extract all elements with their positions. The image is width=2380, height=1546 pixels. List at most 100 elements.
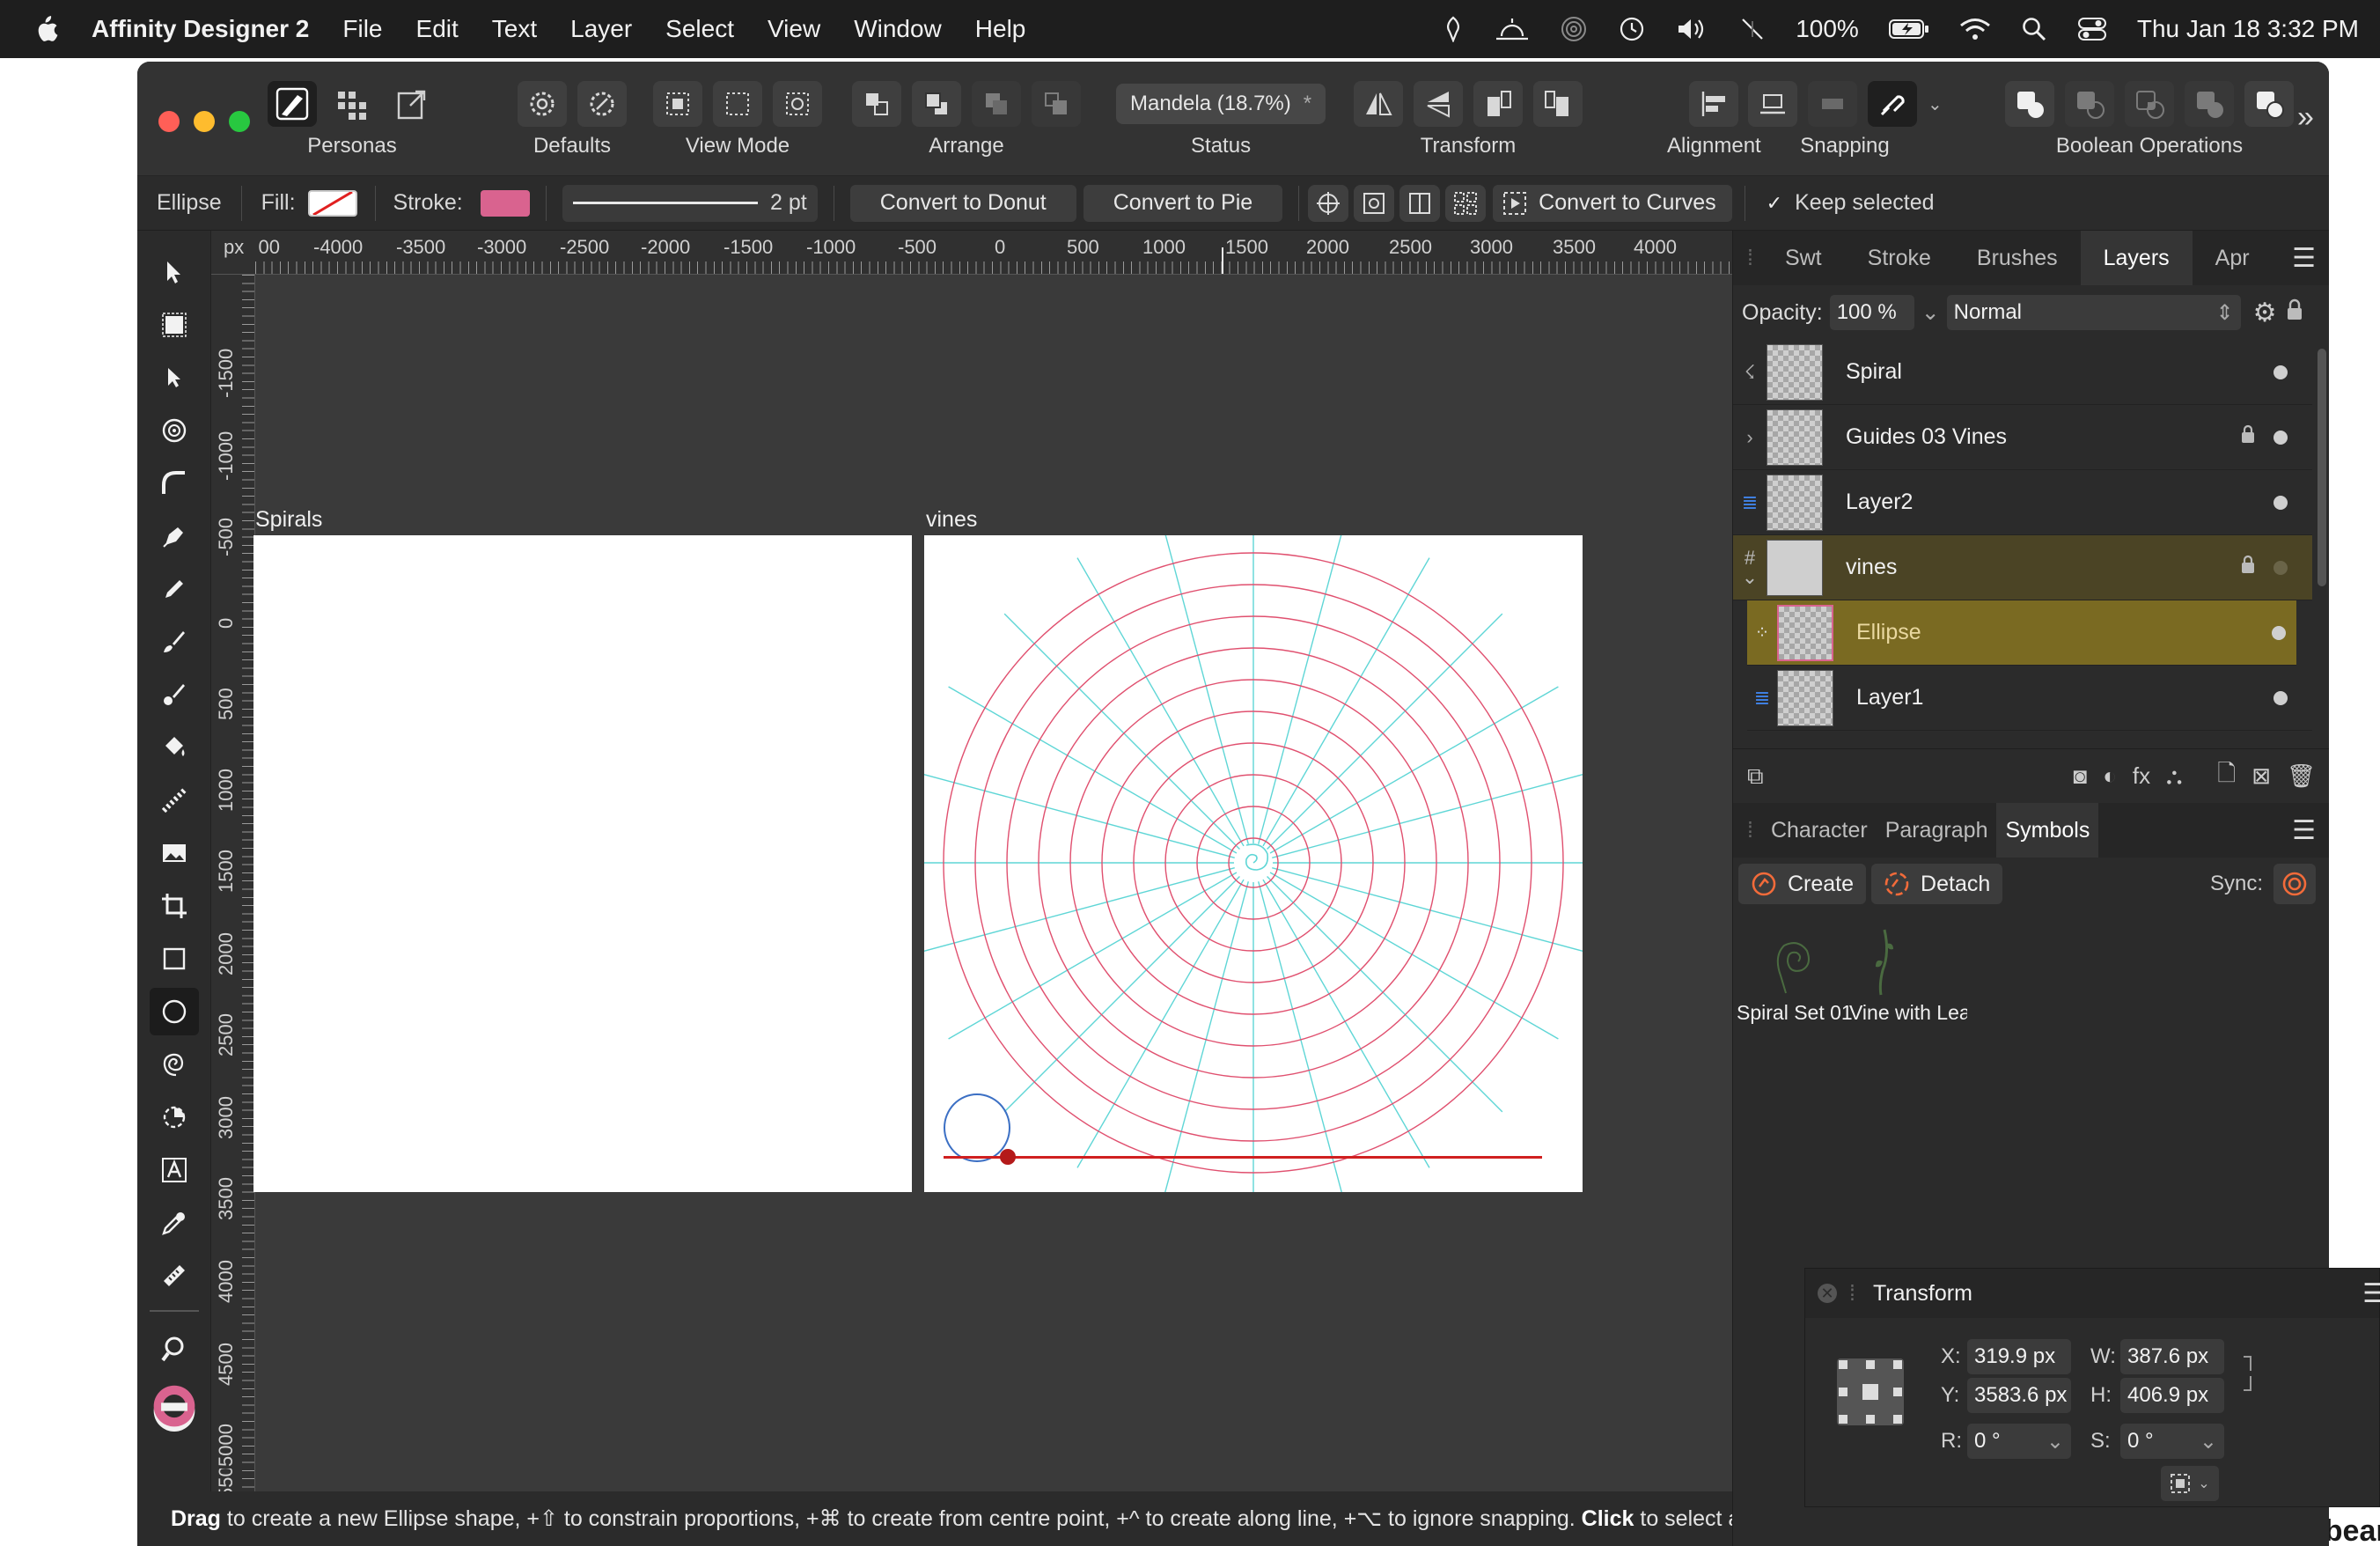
symbol-create-button[interactable]: Create [1738, 864, 1867, 904]
layer-locked-icon[interactable] [2240, 423, 2256, 451]
layer-row-guides-03-vines[interactable]: › Guides 03 Vines [1733, 405, 2312, 470]
boolean-xor-icon[interactable] [2185, 81, 2234, 127]
boolean-divide-icon[interactable] [2244, 81, 2294, 127]
snapping-grid-icon[interactable] [1808, 81, 1857, 127]
revert-defaults-icon[interactable] [577, 81, 627, 127]
convert-to-pie-button[interactable]: Convert to Pie [1083, 184, 1283, 222]
pen-tool-icon[interactable] [150, 512, 199, 560]
fill-swatch[interactable] [307, 189, 357, 217]
tab-paragraph[interactable]: Paragraph [1877, 803, 1997, 858]
artboard-vines-title[interactable]: vines [926, 507, 977, 533]
spiral-tool-icon[interactable] [150, 1041, 199, 1088]
move-tool-icon[interactable] [150, 248, 199, 296]
move-forward-one-icon[interactable] [972, 81, 1021, 127]
artistic-text-tool-icon[interactable] [150, 1146, 199, 1194]
panel-menu-icon[interactable]: ☰ [2292, 243, 2316, 274]
r-field[interactable]: 0 ° ⌄ [1967, 1424, 2071, 1459]
constrain-proportions-icon[interactable] [2240, 1353, 2258, 1398]
layer-row-vines[interactable]: # ⌄ vines [1733, 535, 2312, 600]
apple-menu-icon[interactable] [0, 14, 92, 44]
snapping-dropdown-chevron-icon[interactable]: ⌄ [1928, 93, 1943, 115]
align-horizontal-icon[interactable] [1399, 184, 1441, 222]
layer-visibility-dot[interactable] [2273, 495, 2288, 510]
menu-view[interactable]: View [768, 15, 820, 43]
delete-layer-icon[interactable]: ⊠ [2251, 762, 2271, 790]
menu-layer[interactable]: Layer [570, 15, 632, 43]
layer-locked-icon[interactable] [2240, 554, 2256, 581]
ellipse-tool-icon[interactable] [150, 988, 199, 1035]
layer-row-layer1[interactable]: ≣ Layer1 [1747, 666, 2312, 731]
artboard-tool-icon[interactable] [150, 301, 199, 349]
zoom-window-button[interactable] [229, 111, 250, 132]
menubar-datetime[interactable]: Thu Jan 18 3:32 PM [2137, 15, 2359, 43]
place-image-tool-icon[interactable] [150, 829, 199, 877]
pixel-persona-button[interactable] [327, 81, 377, 127]
menu-text[interactable]: Text [492, 15, 537, 43]
ink-icon[interactable] [1442, 16, 1465, 42]
layer-row-layer2[interactable]: ≣ Layer2 [1733, 470, 2312, 535]
fx-icon[interactable]: fx [2133, 762, 2150, 790]
menu-select[interactable]: Select [665, 15, 734, 43]
keep-selected-checkbox[interactable]: ✓ [1767, 192, 1782, 215]
synchronise-defaults-icon[interactable] [518, 81, 567, 127]
control-center-icon[interactable] [2077, 16, 2107, 42]
menu-help[interactable]: Help [975, 15, 1026, 43]
time-machine-icon[interactable] [1618, 15, 1646, 43]
fill-stroke-swatch-icon[interactable] [150, 1384, 199, 1454]
designer-persona-button[interactable] [268, 81, 317, 127]
no-connection-icon[interactable] [1739, 16, 1766, 42]
symbol-item-spiral-set[interactable]: Spiral Set 01 [1737, 926, 1853, 1024]
h-field[interactable]: 406.9 px [2120, 1378, 2224, 1413]
point-transform-tool-icon[interactable] [150, 407, 199, 454]
boolean-subtract-icon[interactable] [2065, 81, 2114, 127]
flip-horizontal-icon[interactable] [1354, 81, 1403, 127]
boolean-add-icon[interactable] [2005, 81, 2054, 127]
menu-app-name[interactable]: Affinity Designer 2 [92, 15, 309, 43]
opacity-field[interactable]: 100 % [1829, 295, 1914, 330]
view-mode-pixels-icon[interactable] [653, 81, 702, 127]
symbol-detach-button[interactable]: Detach [1871, 864, 2003, 904]
tab-appearance[interactable]: Apr [2193, 231, 2273, 285]
panel-grip-icon[interactable]: ⁞ [1849, 1281, 1855, 1307]
volume-icon[interactable] [1676, 16, 1709, 42]
move-back-one-icon[interactable] [912, 81, 961, 127]
tab-swatches[interactable]: Swt [1762, 231, 1845, 285]
stroke-width-slider[interactable]: 2 pt [562, 184, 818, 222]
document-status-button[interactable]: Mandela (18.7%) * [1116, 84, 1326, 124]
corner-tool-icon[interactable] [150, 460, 199, 507]
spotlight-search-icon[interactable] [2021, 16, 2047, 42]
view-mode-retina-icon[interactable] [713, 81, 762, 127]
move-to-back-icon[interactable] [852, 81, 901, 127]
measure-tool-icon[interactable] [150, 1252, 199, 1299]
wifi-icon[interactable] [1959, 17, 1991, 41]
w-field[interactable]: 387.6 px [2120, 1339, 2224, 1374]
move-to-front-icon[interactable] [1032, 81, 1081, 127]
grid-transform-icon[interactable] [1445, 184, 1487, 222]
color-picker-tool-icon[interactable] [150, 1199, 199, 1247]
show-bounding-box-icon[interactable] [1354, 184, 1395, 222]
add-mask-icon[interactable]: ◙ [2073, 762, 2087, 790]
layer-row-ellipse[interactable]: ⁘ Ellipse [1747, 600, 2296, 666]
trash-icon[interactable]: 🗑 [2287, 762, 2316, 790]
vector-brush-tool-icon[interactable] [150, 618, 199, 666]
layer-visibility-dot[interactable] [2273, 690, 2288, 705]
layers-scrollbar[interactable] [2318, 349, 2326, 586]
layer-visibility-dot[interactable] [2273, 364, 2288, 379]
shape-tool-icon[interactable] [150, 1093, 199, 1141]
baseline-handle[interactable] [1000, 1149, 1016, 1165]
snapping-magnet-icon[interactable] [1868, 81, 1917, 127]
convert-to-curves-button[interactable]: Convert to Curves [1493, 184, 1732, 222]
layer-visibility-dot[interactable] [2272, 625, 2286, 640]
transform-options-button[interactable]: ⌄ [2161, 1466, 2219, 1501]
convert-to-donut-button[interactable]: Convert to Donut [849, 184, 1076, 222]
sunrise-icon[interactable] [1495, 17, 1530, 41]
panel-menu-icon[interactable]: ☰ [2292, 815, 2316, 846]
tab-stroke[interactable]: Stroke [1845, 231, 1954, 285]
pencil-tool-icon[interactable] [150, 565, 199, 613]
live-filter-icon[interactable]: ⛬ [2166, 762, 2182, 791]
layer-settings-gear-icon[interactable]: ⚙ [2253, 298, 2277, 328]
node-tool-icon[interactable] [150, 354, 199, 401]
transform-origin-icon[interactable] [1308, 184, 1349, 222]
artboard-spirals-title[interactable]: Spirals [255, 507, 322, 533]
battery-icon[interactable] [1888, 18, 1929, 40]
